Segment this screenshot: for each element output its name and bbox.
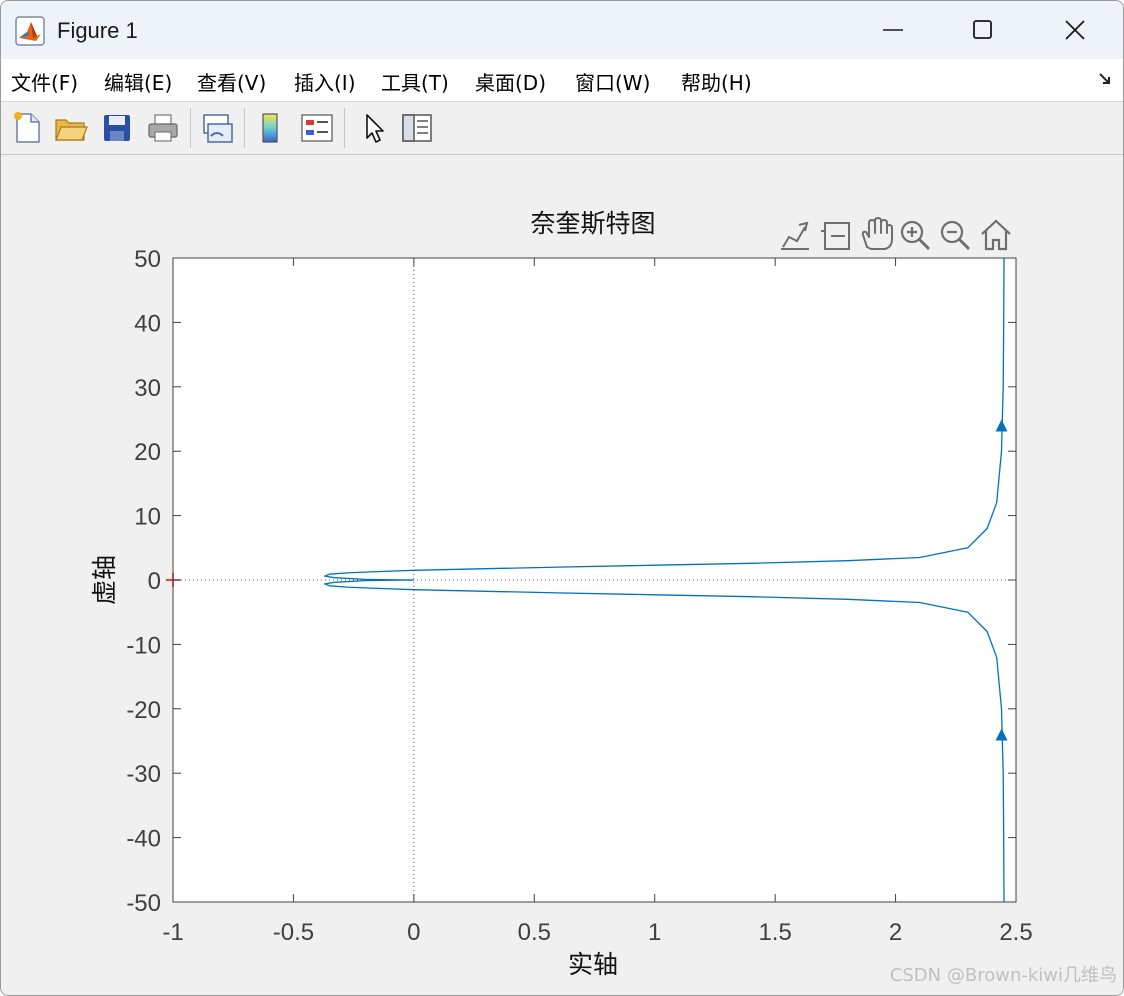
open-file-icon[interactable]: [53, 110, 89, 146]
x-tick-label: -0.5: [273, 919, 314, 946]
chart-title: 奈奎斯特图: [530, 209, 655, 238]
menu-tools[interactable]: 工具(T): [381, 67, 449, 96]
menu-window[interactable]: 窗口(W): [575, 67, 650, 96]
y-tick-label: 30: [134, 375, 161, 402]
home-icon[interactable]: [981, 219, 1011, 251]
y-tick-labels: -50 -40 -30 -20 -10 0 10 20 30 40 50: [126, 246, 161, 917]
x-axis-label: 实轴: [568, 950, 618, 979]
x-tick-label: 0: [407, 919, 420, 946]
edit-plot-cursor-icon[interactable]: [357, 110, 393, 146]
maximize-icon: [973, 20, 992, 39]
toolbar-separator: [190, 108, 191, 148]
y-tick-label: -50: [126, 890, 161, 917]
matlab-logo-icon: [15, 16, 45, 46]
x-tick-label: -1: [162, 919, 183, 946]
minimize-icon: [883, 29, 903, 31]
figure-toolbar: [1, 102, 1123, 155]
x-tick-label: 2.5: [999, 919, 1032, 946]
y-tick-label: -10: [126, 632, 161, 659]
y-tick-label: 0: [148, 568, 161, 595]
axes-toolbar: [781, 217, 1011, 251]
menu-desktop[interactable]: 桌面(D): [475, 67, 546, 96]
colorbar-icon[interactable]: [253, 110, 289, 146]
window-title: Figure 1: [57, 18, 138, 43]
property-inspector-icon[interactable]: [399, 110, 435, 146]
brush-icon[interactable]: [821, 222, 850, 250]
close-icon: [1065, 20, 1085, 40]
y-tick-label: -20: [126, 697, 161, 724]
toolbar-separator: [344, 108, 345, 148]
save-icon[interactable]: [99, 110, 135, 146]
y-tick-label: 40: [134, 310, 161, 337]
x-tick-label: 1: [648, 919, 661, 946]
nyquist-plot: 奈奎斯特图 -1 -0.5 0 0.5 1 1.5 2 2.5 -50-40-3…: [90, 209, 1033, 979]
toolbar-separator: [244, 108, 245, 148]
print-icon[interactable]: [145, 110, 181, 146]
menu-view[interactable]: 查看(V): [197, 67, 266, 96]
y-tick-label: 10: [134, 504, 161, 531]
y-tick-label: -40: [126, 826, 161, 853]
title-bar[interactable]: Figure 1: [1, 1, 1123, 59]
x-tick-labels: -1 -0.5 0 0.5 1 1.5 2 2.5: [162, 919, 1032, 946]
menu-bar: 文件(F) 编辑(E) 查看(V) 插入(I) 工具(T) 桌面(D) 窗口(W…: [1, 59, 1123, 102]
legend-icon[interactable]: [299, 110, 335, 146]
menu-help[interactable]: 帮助(H): [681, 67, 752, 96]
link-plot-icon[interactable]: [199, 110, 235, 146]
maximize-button[interactable]: [937, 1, 1029, 59]
menu-insert[interactable]: 插入(I): [294, 67, 356, 96]
data-tip-icon[interactable]: [781, 221, 809, 250]
y-axis-label: 虚轴: [90, 555, 119, 605]
dock-arrow-icon[interactable]: [1097, 71, 1113, 87]
y-tick-label: 20: [134, 439, 161, 466]
zoom-out-icon[interactable]: [940, 220, 971, 251]
y-tick-label: 50: [134, 246, 161, 273]
x-tick-label: 2: [889, 919, 902, 946]
watermark: CSDN @Brown-kiwi几维鸟: [889, 965, 1117, 986]
zoom-in-icon[interactable]: [900, 220, 931, 251]
close-button[interactable]: [1029, 1, 1121, 59]
pan-hand-icon[interactable]: [861, 217, 893, 250]
y-tick-label: -30: [126, 761, 161, 788]
new-figure-icon[interactable]: [9, 110, 45, 146]
figure-window: Figure 1 文件(F) 编辑(E) 查看(V) 插入(I) 工具(T) 桌…: [0, 0, 1124, 996]
menu-edit[interactable]: 编辑(E): [104, 67, 172, 96]
x-tick-label: 0.5: [518, 919, 551, 946]
x-tick-label: 1.5: [758, 919, 791, 946]
minimize-button[interactable]: [847, 1, 939, 59]
figure-canvas: 奈奎斯特图 -1 -0.5 0 0.5 1 1.5 2 2.5 -50 -40 …: [1, 155, 1123, 995]
menu-file[interactable]: 文件(F): [11, 67, 78, 96]
